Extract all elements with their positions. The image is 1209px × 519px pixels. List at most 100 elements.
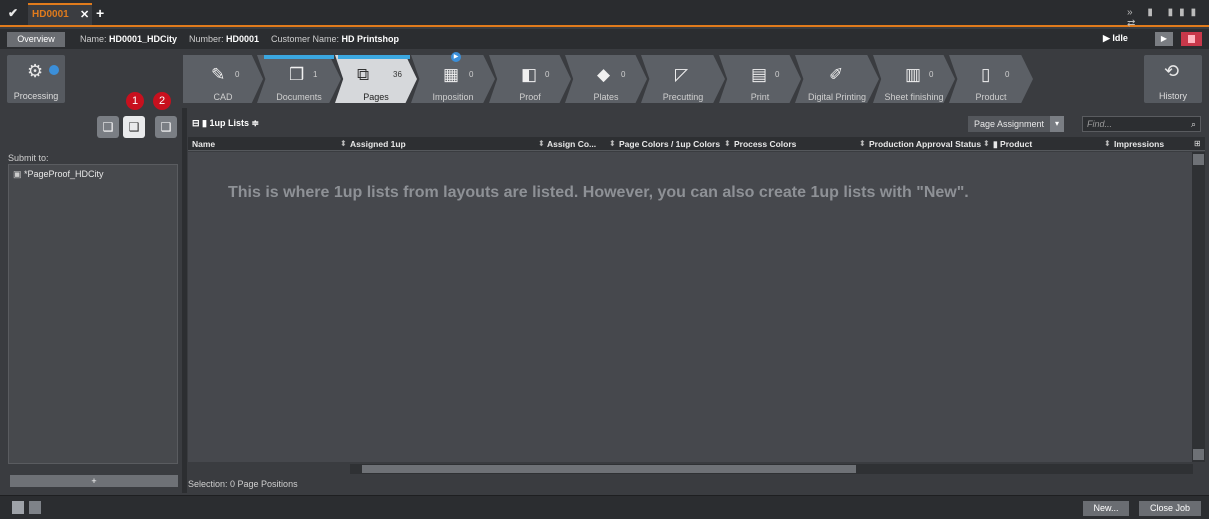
step-count: 0 — [1005, 70, 1010, 79]
print-icon: ▤ — [751, 65, 768, 84]
scroll-down-icon[interactable] — [1193, 449, 1204, 460]
info-dot-icon — [49, 65, 59, 75]
notes-icon[interactable] — [12, 501, 24, 514]
imposition-info-icon[interactable]: ▶ — [451, 52, 461, 62]
step-count: 36 — [393, 70, 402, 79]
step-proof[interactable]: ◧ 0 Proof — [489, 55, 571, 103]
step-cad[interactable]: ✎ 0 CAD — [183, 55, 263, 103]
step-count: 0 — [235, 70, 240, 79]
view-mode-button-1[interactable]: ❑ — [97, 116, 119, 138]
list-item[interactable]: ▣ *PageProof_HDCity — [13, 169, 104, 180]
close-tab-icon[interactable]: ✕ — [80, 8, 89, 21]
step-label: Precutting — [662, 92, 704, 102]
sort-icon[interactable]: ⬍ — [340, 139, 347, 148]
step-plates[interactable]: ◆ 0 Plates — [565, 55, 647, 103]
step-print[interactable]: ▤ 0 Print — [719, 55, 801, 103]
list-type-selector[interactable]: ⊟ ▮ 1up Lists ≑ — [192, 118, 259, 129]
close-job-button[interactable]: Close Job — [1139, 501, 1201, 516]
play-button[interactable]: ▶ — [1155, 32, 1173, 46]
step-count: 0 — [621, 70, 626, 79]
step-digital-printing[interactable]: ✐ Digital Printing — [795, 55, 879, 103]
scrollbar-thumb[interactable] — [362, 465, 856, 473]
job-name: Name: HD0001_HDCity — [80, 34, 178, 44]
stop-icon — [1188, 35, 1195, 43]
sort-icon[interactable]: ⬍ — [983, 139, 990, 148]
proof-icon: ◧ — [521, 65, 538, 84]
precutting-icon: ◸ — [675, 65, 689, 84]
app-logo-icon[interactable]: ✔ — [6, 6, 20, 20]
column-assigned-1up[interactable]: Assigned 1up — [350, 139, 406, 149]
column-impressions[interactable]: Impressions — [1114, 139, 1164, 149]
step-label: Proof — [519, 92, 541, 102]
column-process-colors[interactable]: Process Colors — [734, 139, 796, 149]
list-toolbar: ⊟ ▮ 1up Lists ≑ Page Assignment ▾ Find..… — [188, 112, 1205, 136]
new-tab-button[interactable]: + — [96, 5, 104, 21]
view-mode-button-3[interactable]: ❑ — [155, 116, 177, 138]
column-product-label: Product — [1000, 139, 1033, 149]
job-tab[interactable]: HD0001 ✕ — [28, 3, 92, 25]
column-assign-co[interactable]: Assign Co... — [547, 139, 596, 149]
log-icon[interactable] — [29, 501, 41, 514]
sequence-icon: ▣ — [13, 169, 25, 179]
new-button[interactable]: New... — [1083, 501, 1129, 516]
left-panel: ❑ ❑ ❑ 1 2 Submit to: ▣ *PageProof_HDCity… — [0, 92, 182, 493]
product-icon: ▮ — [993, 139, 1001, 149]
window-controls-icon[interactable]: » ▮ ▮▮▮ ⇄ — [1127, 7, 1209, 29]
step-label: Digital Printing — [807, 92, 867, 102]
sort-icon[interactable]: ⬍ — [538, 139, 545, 148]
product-icon: ▯ — [981, 65, 991, 84]
step-imposition[interactable]: ▦ 0 Imposition — [411, 55, 495, 103]
sort-icon[interactable]: ⬍ — [859, 139, 866, 148]
plates-icon: ◆ — [597, 65, 611, 84]
imposition-icon: ▦ — [443, 65, 460, 84]
active-step-indicator — [338, 55, 410, 59]
sort-icon[interactable]: ⬍ — [609, 139, 616, 148]
history-icon: ⟲ — [1164, 61, 1180, 81]
history-button[interactable]: ⟲ History — [1144, 55, 1202, 103]
processing-label: Processing — [13, 91, 59, 101]
find-input[interactable]: Find... ⌕ — [1082, 116, 1201, 132]
sort-icon[interactable]: ⬍ — [1104, 139, 1111, 148]
column-chooser-icon[interactable]: ⊞ — [1194, 139, 1201, 148]
column-production-approval[interactable]: Production Approval Status — [869, 139, 981, 149]
step-precutting[interactable]: ◸ Precutting — [641, 55, 725, 103]
step-label: Imposition — [432, 92, 474, 102]
panel-splitter[interactable] — [182, 108, 187, 493]
page-assignment-select[interactable]: Page Assignment ▾ — [968, 116, 1064, 132]
step-count: 0 — [545, 70, 550, 79]
overview-button[interactable]: Overview — [7, 32, 65, 47]
step-count: 1 — [313, 70, 318, 79]
vertical-scrollbar[interactable] — [1192, 152, 1205, 462]
sort-icon[interactable]: ⬍ — [724, 139, 731, 148]
step-sheet-finishing[interactable]: ▥ 0 Sheet finishing — [873, 55, 955, 103]
workflow-bar: ⚙ Processing ✎ 0 CAD ❒ 1 Documents ⧉ 36 … — [0, 50, 1209, 108]
bottom-bar: New... Close Job — [0, 495, 1209, 519]
search-icon: ⌕ — [1190, 119, 1196, 129]
submit-to-label: Submit to: — [8, 153, 49, 163]
scroll-up-icon[interactable] — [1193, 154, 1204, 165]
step-label: Product — [975, 92, 1007, 102]
view-mode-button-2[interactable]: ❑ — [123, 116, 145, 138]
documents-icon: ❒ — [289, 65, 305, 84]
empty-state-message: This is where 1up lists from layouts are… — [228, 184, 969, 201]
sheet-finishing-icon: ▥ — [905, 65, 922, 84]
active-step-indicator — [264, 55, 334, 59]
step-product[interactable]: ▯ 0 Product — [949, 55, 1033, 103]
page-assignment-value: Page Assignment — [974, 119, 1045, 129]
tab-bar: ✔ HD0001 ✕ + » ▮ ▮▮▮ ⇄ — [0, 0, 1209, 29]
stop-button[interactable] — [1181, 32, 1202, 46]
step-label: Plates — [593, 92, 619, 102]
list-icon: ▮ — [202, 118, 210, 128]
horizontal-scrollbar[interactable] — [350, 464, 1193, 474]
processing-button[interactable]: ⚙ Processing — [7, 55, 65, 103]
column-product[interactable]: ▮ Product — [993, 139, 1032, 150]
customer-name: Customer Name: HD Printshop — [271, 34, 400, 44]
step-documents[interactable]: ❒ 1 Documents — [257, 55, 341, 103]
column-page-colors[interactable]: Page Colors / 1up Colors — [619, 139, 720, 149]
callout-badge-2: 2 — [153, 92, 171, 110]
add-button[interactable]: + — [10, 475, 178, 487]
step-pages[interactable]: ⧉ 36 Pages — [335, 55, 417, 103]
step-label: Print — [750, 92, 770, 102]
column-name[interactable]: Name — [192, 139, 215, 149]
filter-icon: ⊟ — [192, 118, 203, 128]
